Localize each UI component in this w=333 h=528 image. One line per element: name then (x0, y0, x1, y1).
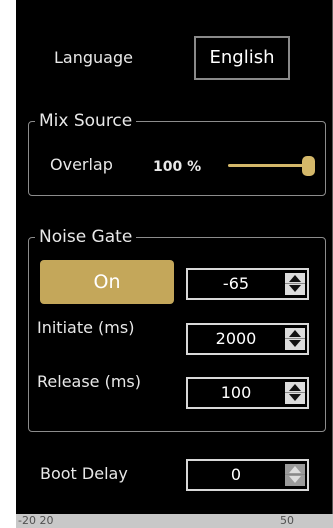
arrow-down-icon[interactable] (289, 340, 301, 347)
release-stepper[interactable] (285, 382, 305, 404)
initiate-value[interactable]: 2000 (188, 325, 284, 353)
arrow-down-icon[interactable] (289, 476, 301, 483)
initiate-stepper[interactable] (285, 328, 305, 350)
initiate-label: Initiate (ms) (37, 318, 135, 337)
release-label: Release (ms) (37, 372, 142, 391)
threshold-spinbox[interactable]: -65 (186, 268, 309, 300)
overlap-value: 100 % (153, 159, 202, 175)
noise-gate-title: Noise Gate (39, 227, 133, 247)
arrow-up-icon[interactable] (289, 466, 301, 473)
boot-delay-label: Boot Delay (40, 464, 128, 483)
boot-delay-value[interactable]: 0 (188, 461, 284, 489)
axis-tick-label: -20 20 (18, 514, 54, 527)
boot-delay-spinbox[interactable]: 0 (186, 459, 309, 491)
arrow-down-icon[interactable] (289, 285, 301, 292)
mix-source-title: Mix Source (39, 111, 133, 131)
release-spinbox[interactable]: 100 (186, 377, 309, 409)
background-chart-strip: -20 20 50 (16, 514, 333, 528)
threshold-value[interactable]: -65 (188, 270, 284, 298)
language-selector[interactable]: English (194, 36, 290, 80)
boot-delay-stepper[interactable] (285, 464, 305, 486)
threshold-stepper[interactable] (285, 273, 305, 295)
page: Language English Mix Source Overlap 100 … (0, 0, 333, 528)
arrow-down-icon[interactable] (289, 394, 301, 401)
arrow-up-icon[interactable] (289, 275, 301, 282)
overlap-label: Overlap (50, 155, 113, 174)
initiate-spinbox[interactable]: 2000 (186, 323, 309, 355)
overlap-slider-track[interactable] (228, 164, 308, 167)
arrow-up-icon[interactable] (289, 330, 301, 337)
mix-source-group: Mix Source (28, 112, 326, 196)
language-label: Language (54, 48, 133, 67)
release-value[interactable]: 100 (188, 379, 284, 407)
arrow-up-icon[interactable] (289, 384, 301, 391)
axis-tick-label: 50 (280, 514, 294, 527)
overlap-slider-thumb[interactable] (302, 156, 315, 176)
noise-gate-on-button[interactable]: On (40, 260, 174, 304)
